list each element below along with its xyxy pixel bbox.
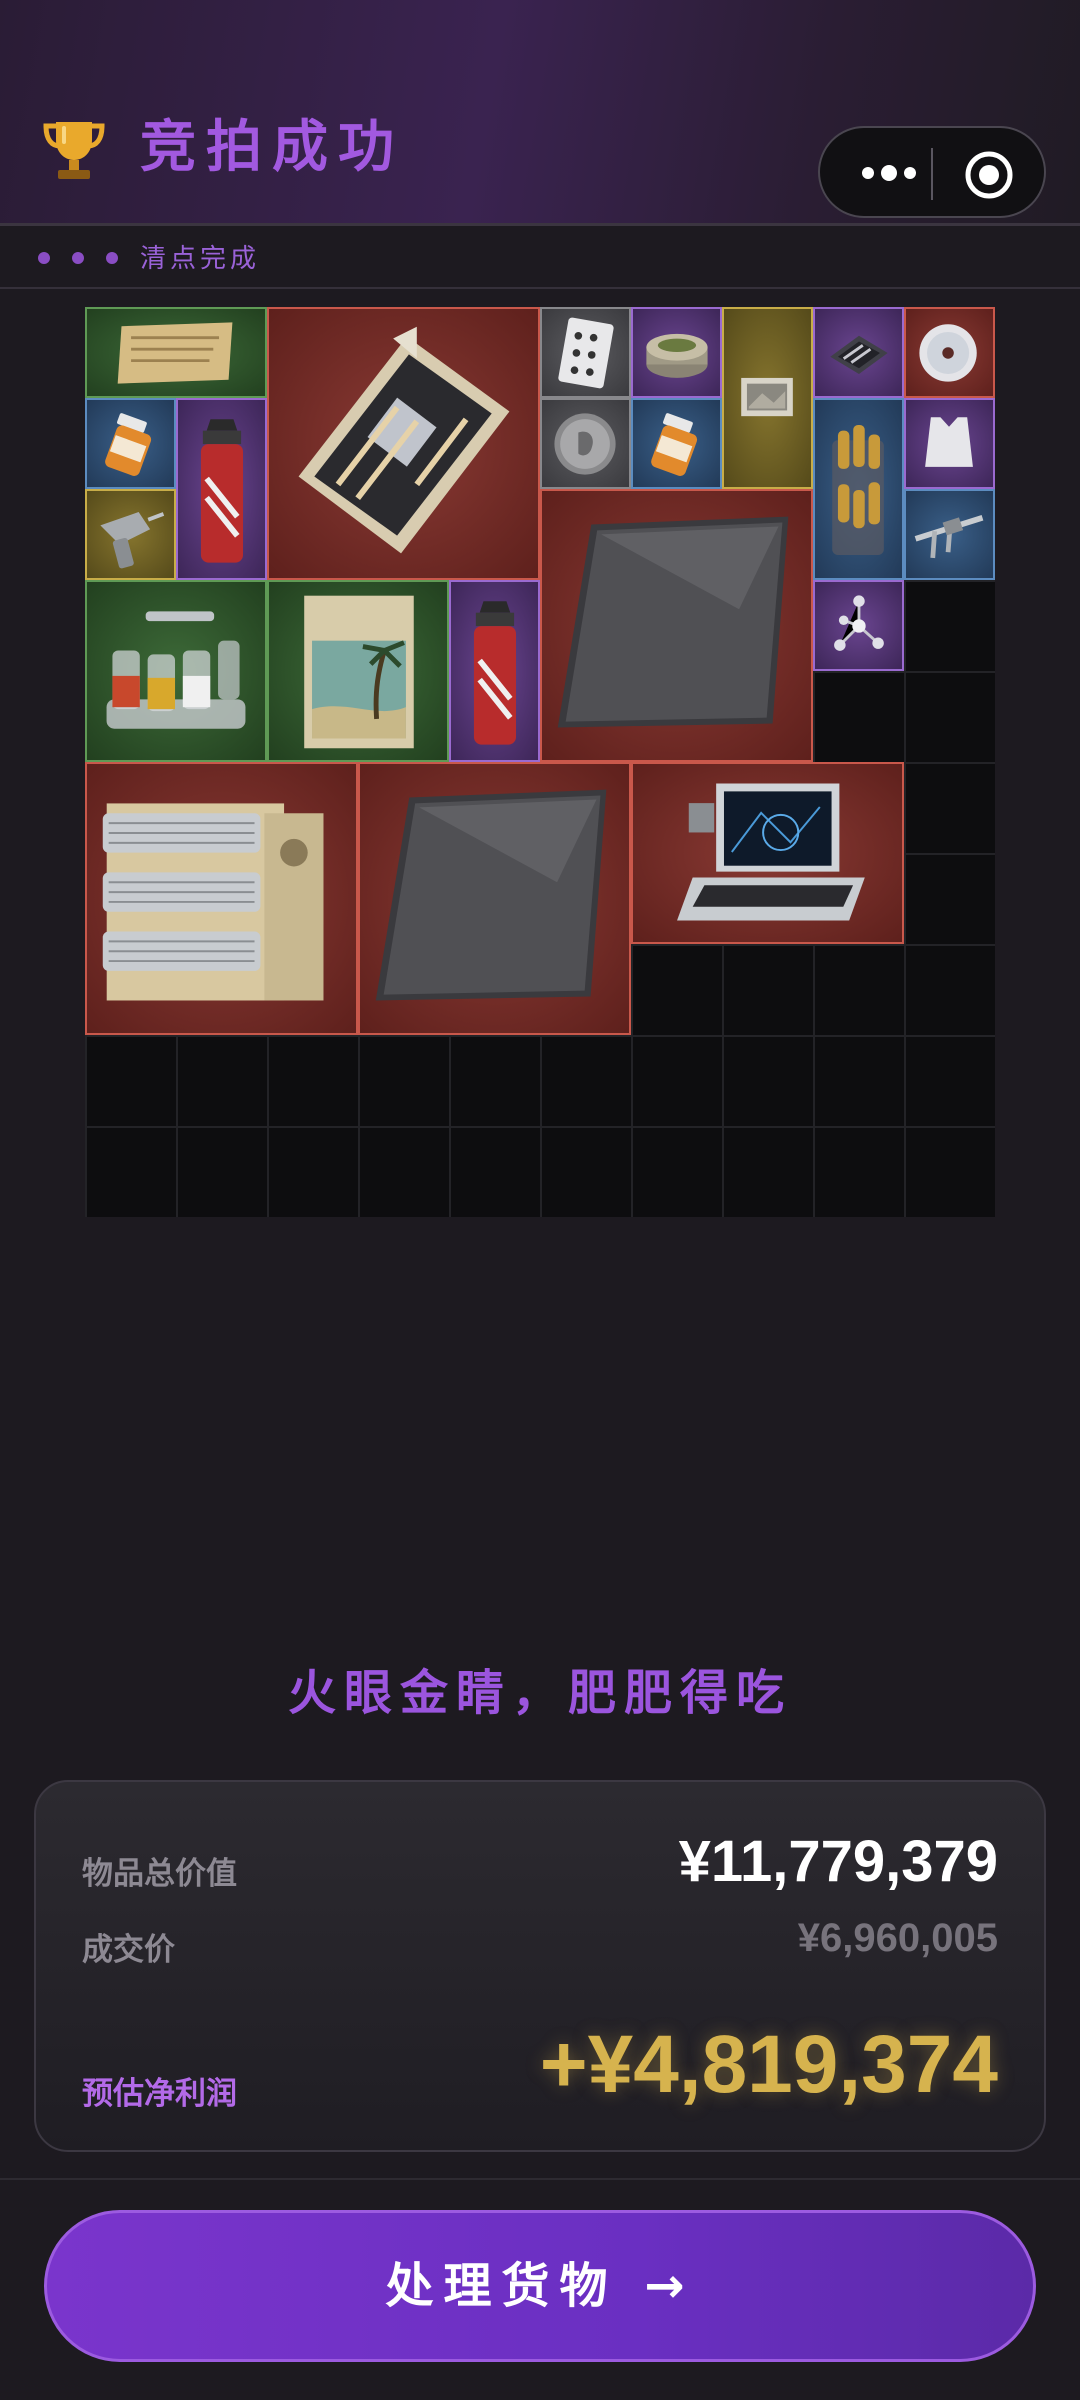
canned-food-icon: [646, 333, 708, 378]
paper-scroll-icon: [117, 322, 233, 384]
inventory-item-travel-poster[interactable]: [267, 580, 449, 762]
coin-icon: [554, 413, 616, 475]
more-dots-icon[interactable]: [848, 150, 930, 196]
inventory-item-gas-canister[interactable]: [176, 398, 267, 580]
cd-disc-icon: [919, 324, 977, 382]
deal-price-label: 成交价: [82, 1932, 175, 1968]
page-title: 竞拍成功: [140, 115, 404, 180]
caliper-icon: [914, 515, 984, 559]
pill-bottle-icon: [105, 413, 152, 476]
molecule-model-icon: [834, 595, 884, 651]
carbon-plate-icon: [375, 789, 607, 1001]
trophy-icon: [43, 122, 105, 179]
inventory-item-ammo-box[interactable]: [813, 398, 904, 580]
mini-program-capsule: [818, 126, 1046, 218]
laptop-icon: [677, 783, 865, 921]
gas-canister-icon: [200, 419, 244, 563]
photo-icon: [741, 377, 793, 417]
deal-price-amount: ¥6,960,005: [797, 1916, 998, 1960]
inventory-item-carbon-plate[interactable]: [358, 762, 631, 1035]
inventory-item-old-coin[interactable]: [540, 398, 631, 489]
net-profit-label: 预估净利润: [82, 2076, 237, 2112]
armor-vest-icon: [925, 417, 973, 467]
chip-icon: [830, 335, 888, 375]
total-value-label: 物品总价值: [82, 1856, 237, 1892]
pill-bottle-icon: [651, 413, 698, 476]
status-dot: [106, 252, 118, 264]
inventory-item-pill-bottle[interactable]: [631, 398, 722, 489]
header-bar: 竞拍成功: [0, 0, 1080, 226]
status-text: 清点完成: [140, 244, 261, 274]
ammo-box-icon: [832, 424, 884, 555]
target-circle-icon[interactable]: [960, 146, 1018, 204]
heat-sink-icon: [102, 803, 324, 1001]
process-goods-button[interactable]: 处理货物 →: [44, 2210, 1036, 2362]
status-row: 清点完成: [0, 229, 1080, 289]
inventory-item-motherboard[interactable]: [267, 307, 540, 580]
inventory-item-circuit-chip[interactable]: [813, 307, 904, 398]
capsule-divider: [931, 148, 933, 200]
inventory-item-laptop[interactable]: [631, 762, 904, 944]
net-profit-amount: +¥4,819,374: [539, 2019, 998, 2110]
inventory-item-old-paper[interactable]: [85, 307, 267, 398]
inventory-item-canned-food[interactable]: [631, 307, 722, 398]
inventory-item-spice-rack[interactable]: [85, 580, 267, 762]
inventory-item-cd-disc[interactable]: [904, 307, 995, 398]
inventory-item-gas-canister[interactable]: [449, 580, 540, 762]
travel-poster-icon: [304, 595, 414, 749]
inventory-grid: [85, 307, 995, 1217]
slogan-text: 火眼金睛，肥肥得吃: [287, 1665, 792, 1721]
inventory-item-carbon-plate[interactable]: [540, 489, 813, 762]
drill-tool-icon: [100, 512, 165, 569]
gas-canister-icon: [473, 601, 517, 745]
playing-card-icon: [558, 317, 614, 389]
carbon-plate-icon: [557, 516, 789, 728]
inventory-item-playing-card[interactable]: [540, 307, 631, 398]
inventory-item-heat-sink[interactable]: [85, 762, 358, 1035]
status-dot: [72, 252, 84, 264]
inventory-item-armor-vest[interactable]: [904, 398, 995, 489]
total-value-amount: ¥11,779,379: [678, 1829, 998, 1894]
inventory-item-drill[interactable]: [85, 489, 176, 580]
inventory-item-pill-bottle[interactable]: [85, 398, 176, 489]
inventory-item-photo[interactable]: [722, 307, 813, 489]
inventory-item-molecule-model[interactable]: [813, 580, 904, 671]
footer-divider: [0, 2178, 1080, 2180]
status-dot: [38, 252, 50, 264]
motherboard-icon: [298, 326, 510, 554]
inventory-item-caliper[interactable]: [904, 489, 995, 580]
spice-rack-icon: [106, 611, 246, 729]
value-summary-card: 物品总价值 ¥11,779,379 成交价 ¥6,960,005 预估净利润 +…: [34, 1780, 1046, 2152]
